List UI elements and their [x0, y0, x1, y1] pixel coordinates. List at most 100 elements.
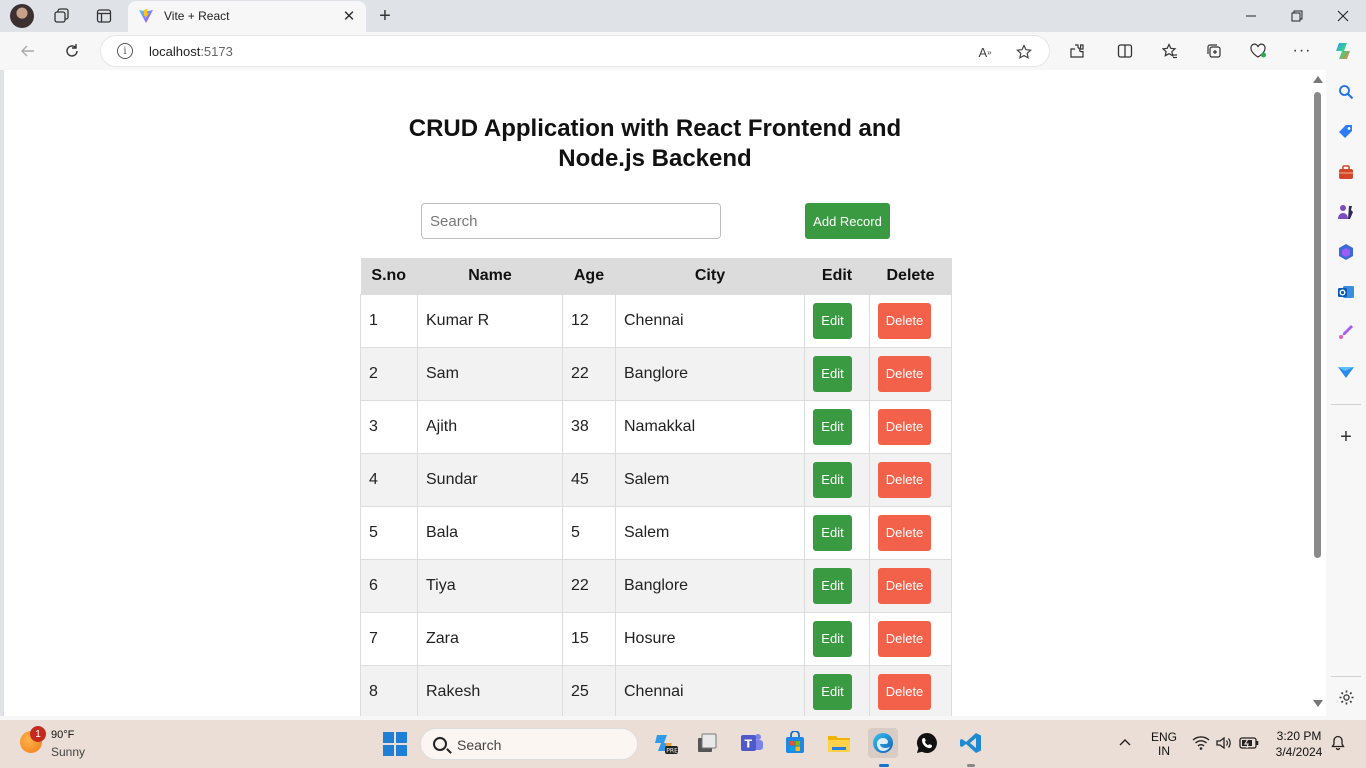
- delete-button[interactable]: Delete: [878, 461, 931, 498]
- edit-button[interactable]: Edit: [813, 461, 852, 498]
- refresh-icon[interactable]: [57, 37, 87, 65]
- cell-city: Namakkal: [615, 399, 805, 454]
- cell-sno: 8: [360, 664, 418, 716]
- designer-icon[interactable]: [1333, 319, 1359, 345]
- vscode-app-icon[interactable]: [956, 728, 986, 758]
- cell-age: 22: [562, 558, 616, 613]
- vscode-running-indicator: [967, 764, 975, 767]
- cell-edit: Edit: [804, 611, 870, 666]
- cell-age: 15: [562, 611, 616, 666]
- copilot-icon[interactable]: [1329, 37, 1359, 65]
- search-icon[interactable]: [1333, 79, 1359, 105]
- clock[interactable]: 3:20 PM 3/4/2024: [1268, 729, 1330, 759]
- new-tab-icon[interactable]: +: [372, 4, 398, 28]
- close-tab-icon[interactable]: ✕: [338, 5, 360, 27]
- clock-date: 3/4/2024: [1275, 745, 1323, 759]
- profile-avatar[interactable]: [10, 4, 34, 28]
- edit-button[interactable]: Edit: [813, 355, 852, 392]
- search-input[interactable]: [421, 203, 721, 239]
- delete-button[interactable]: Delete: [878, 673, 931, 710]
- cell-edit: Edit: [804, 505, 870, 560]
- sidebar-settings-gear-icon[interactable]: [1333, 684, 1359, 710]
- volume-icon[interactable]: [1211, 730, 1237, 756]
- delete-button[interactable]: Delete: [878, 567, 931, 604]
- edit-button[interactable]: Edit: [813, 514, 852, 551]
- delete-button[interactable]: Delete: [878, 408, 931, 445]
- games-icon[interactable]: [1333, 199, 1359, 225]
- delete-button[interactable]: Delete: [878, 514, 931, 551]
- copilot-preview-app-icon[interactable]: PRE: [650, 728, 680, 758]
- table-row: 8 Rakesh 25 Chennai Edit Delete: [360, 664, 952, 716]
- tools-icon[interactable]: [1333, 159, 1359, 185]
- show-hidden-icons-chevron-icon[interactable]: [1112, 730, 1138, 756]
- scroll-up-arrow-icon[interactable]: [1313, 76, 1323, 83]
- restore-icon[interactable]: [1274, 0, 1320, 32]
- outlook-icon[interactable]: [1333, 279, 1359, 305]
- edit-button[interactable]: Edit: [813, 620, 852, 657]
- read-aloud-icon[interactable]: A»: [973, 40, 997, 64]
- clock-time: 3:20 PM: [1276, 729, 1322, 743]
- tab-actions-icon[interactable]: [90, 4, 118, 28]
- file-explorer-app-icon[interactable]: [824, 728, 854, 758]
- cell-edit: Edit: [804, 399, 870, 454]
- more-options-icon[interactable]: ···: [1287, 37, 1317, 65]
- microsoft-store-app-icon[interactable]: [780, 728, 810, 758]
- close-window-icon[interactable]: [1320, 0, 1366, 32]
- delete-button[interactable]: Delete: [878, 620, 931, 657]
- favorite-star-icon[interactable]: [1012, 40, 1036, 64]
- taskbar-search-box[interactable]: Search: [420, 728, 638, 760]
- delete-button[interactable]: Delete: [878, 355, 931, 392]
- drop-icon[interactable]: [1333, 359, 1359, 385]
- table-row: 1 Kumar R 12 Chennai Edit Delete: [360, 293, 952, 348]
- extensions-icon[interactable]: [1062, 37, 1092, 65]
- back-icon[interactable]: [13, 37, 43, 65]
- cell-city: Hosure: [615, 611, 805, 666]
- weather-temperature[interactable]: 90°F: [51, 729, 74, 741]
- browser-essentials-icon[interactable]: [1243, 37, 1273, 65]
- notifications-bell-icon[interactable]: [1325, 730, 1351, 756]
- edit-button[interactable]: Edit: [813, 302, 852, 339]
- cell-name: Ajith: [417, 399, 563, 454]
- edge-app-icon[interactable]: [868, 728, 898, 758]
- cell-sno: 1: [360, 293, 418, 348]
- vertical-scrollbar[interactable]: [1309, 70, 1326, 716]
- task-view-app-icon[interactable]: [692, 728, 722, 758]
- tab-vite-react[interactable]: Vite + React ✕: [128, 1, 366, 32]
- language-indicator[interactable]: ENG IN: [1148, 730, 1180, 758]
- browser-toolbar: i localhost:5173 A» ···: [0, 32, 1366, 70]
- cell-delete: Delete: [869, 611, 952, 666]
- edit-button[interactable]: Edit: [813, 673, 852, 710]
- teams-app-icon[interactable]: T: [737, 728, 767, 758]
- page-title: CRUD Application with React Frontend and…: [408, 115, 902, 172]
- records-table: S.no Name Age City Edit Delete 1 Kumar R…: [360, 258, 952, 716]
- address-bar[interactable]: i localhost:5173 A»: [100, 35, 1050, 67]
- microsoft-365-icon[interactable]: [1333, 239, 1359, 265]
- favorites-icon[interactable]: [1155, 37, 1185, 65]
- scroll-down-arrow-icon[interactable]: [1313, 700, 1323, 707]
- collections-icon[interactable]: [1199, 37, 1229, 65]
- whatsapp-app-icon[interactable]: [912, 728, 942, 758]
- cell-delete: Delete: [869, 293, 952, 348]
- site-info-icon[interactable]: i: [117, 43, 133, 59]
- split-screen-icon[interactable]: [1110, 37, 1140, 65]
- add-record-button[interactable]: Add Record: [805, 203, 890, 239]
- delete-button[interactable]: Delete: [878, 302, 931, 339]
- cell-sno: 4: [360, 452, 418, 507]
- edit-button[interactable]: Edit: [813, 567, 852, 604]
- minimize-icon[interactable]: [1228, 0, 1274, 32]
- workspaces-icon[interactable]: [48, 4, 76, 28]
- cell-age: 25: [562, 664, 616, 716]
- shopping-tag-icon[interactable]: [1333, 119, 1359, 145]
- cell-delete: Delete: [869, 346, 952, 401]
- column-header-city: City: [615, 258, 805, 294]
- windows-start-icon[interactable]: [383, 732, 407, 756]
- cell-delete: Delete: [869, 452, 952, 507]
- cell-city: Chennai: [615, 293, 805, 348]
- edit-button[interactable]: Edit: [813, 408, 852, 445]
- edge-sidebar: +: [1326, 70, 1366, 716]
- scroll-thumb[interactable]: [1314, 92, 1321, 558]
- table-row: 7 Zara 15 Hosure Edit Delete: [360, 611, 952, 666]
- battery-icon[interactable]: [1236, 730, 1262, 756]
- weather-condition[interactable]: Sunny: [51, 745, 85, 759]
- add-sidebar-app-icon[interactable]: +: [1333, 424, 1359, 450]
